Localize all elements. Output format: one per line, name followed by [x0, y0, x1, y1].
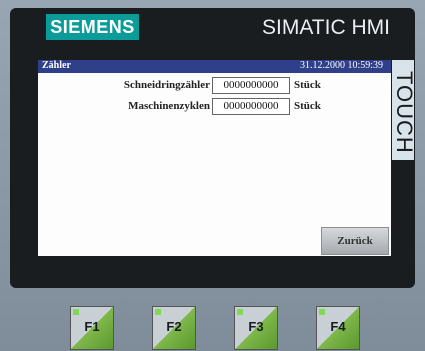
siemens-logo: SIEMENS: [46, 14, 139, 40]
function-key-f4[interactable]: F4: [316, 306, 360, 350]
back-button[interactable]: Zurück: [321, 227, 389, 255]
touch-text: TOUCH: [392, 71, 417, 154]
logo-text: SIEMENS: [50, 17, 135, 37]
counter-label-machine-cycles: Maschinenzyklen: [128, 100, 210, 112]
function-key-label: F1: [84, 319, 100, 334]
key-led-icon: [319, 309, 325, 315]
hmi-screen: Zähler 31.12.2000 10:59:39 Schneidringzä…: [38, 60, 391, 256]
counter-field-cutting-ring[interactable]: 0000000000: [212, 77, 290, 94]
counter-field-machine-cycles[interactable]: 0000000000: [212, 98, 290, 115]
counter-unit-machine-cycles: Stück: [294, 100, 321, 112]
key-led-icon: [155, 309, 161, 315]
datetime-display: 31.12.2000 10:59:39: [299, 60, 383, 71]
function-key-f3[interactable]: F3: [234, 306, 278, 350]
function-key-label: F3: [248, 319, 264, 334]
touch-label: TOUCH: [392, 60, 417, 160]
function-key-label: F4: [330, 319, 346, 334]
function-key-f2[interactable]: F2: [152, 306, 196, 350]
counter-label-cutting-ring: Schneidringzähler: [123, 79, 210, 91]
key-led-icon: [73, 309, 79, 315]
key-led-icon: [237, 309, 243, 315]
screen-title-bar: Zähler 31.12.2000 10:59:39: [38, 60, 391, 73]
brand-label: SIMATIC HMI: [262, 16, 390, 39]
function-key-label: F2: [166, 319, 182, 334]
screen-title: Zähler: [42, 60, 71, 71]
function-key-f1[interactable]: F1: [70, 306, 114, 350]
counter-unit-cutting-ring: Stück: [294, 79, 321, 91]
